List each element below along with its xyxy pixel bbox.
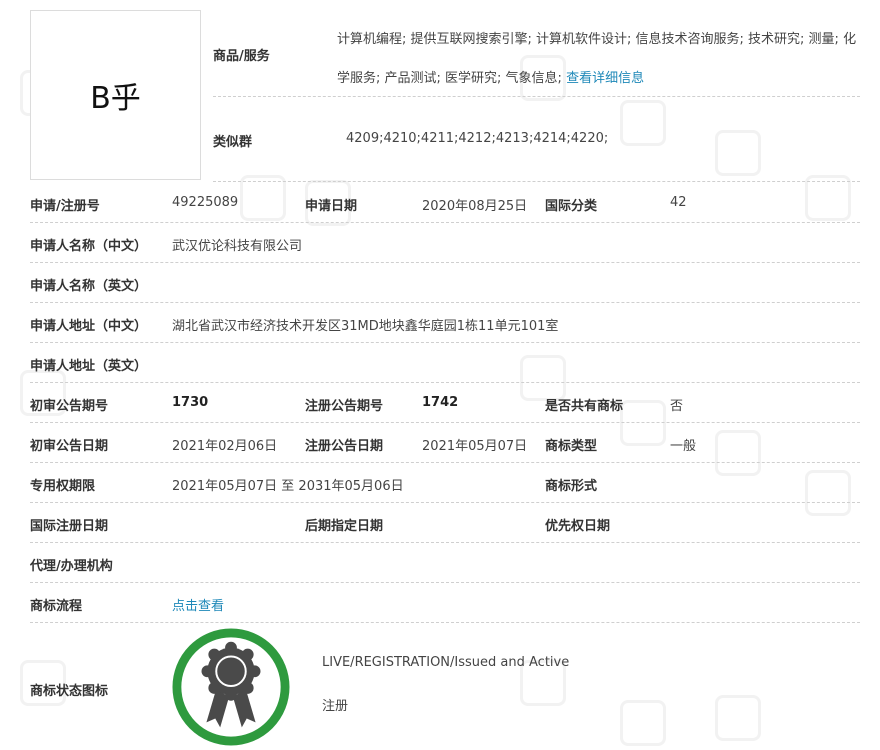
reg-pub-date-label: 注册公告日期: [305, 439, 384, 454]
row-divider: [213, 181, 860, 182]
applicant-cn-label: 申请人名称（中文）: [30, 239, 148, 254]
agent-label: 代理/办理机构: [30, 559, 113, 574]
row-divider: [30, 262, 860, 263]
watermark-mark: [620, 700, 666, 746]
applicant-cn-value: 武汉优论科技有限公司: [172, 239, 303, 254]
reg-no-value: 49225089: [172, 195, 239, 210]
intl-class-label: 国际分类: [545, 199, 598, 214]
row-divider: [30, 302, 860, 303]
trademark-logo-text: B乎: [90, 81, 141, 116]
tm-type-label: 商标类型: [545, 439, 598, 454]
status-english: LIVE/REGISTRATION/Issued and Active: [322, 655, 570, 670]
reg-no-label: 申请/注册号: [30, 199, 100, 214]
exclusive-label: 专用权期限: [30, 479, 96, 494]
registered-seal-icon: [172, 628, 290, 746]
status-chinese: 注册: [322, 699, 349, 714]
row-divider: [30, 582, 860, 583]
later-date-label: 后期指定日期: [305, 519, 384, 534]
flow-label: 商标流程: [30, 599, 83, 614]
watermark-mark: [715, 130, 761, 176]
watermark-mark: [805, 470, 851, 516]
address-cn-label: 申请人地址（中文）: [30, 319, 148, 334]
row-divider: [30, 502, 860, 503]
similar-group-label: 类似群: [213, 135, 253, 150]
row-divider: [213, 96, 860, 97]
prelim-date-label: 初审公告日期: [30, 439, 109, 454]
flow-view-link[interactable]: 点击查看: [172, 595, 224, 614]
row-divider: [30, 542, 860, 543]
status-icon-label: 商标状态图标: [30, 684, 109, 699]
prelim-no-label: 初审公告期号: [30, 399, 109, 414]
tm-type-value: 一般: [670, 439, 697, 454]
reg-pub-no-value: 1742: [422, 395, 459, 410]
row-divider: [30, 342, 860, 343]
row-divider: [30, 382, 860, 383]
reg-pub-date-value: 2021年05月07日: [422, 439, 528, 454]
shared-value: 否: [670, 399, 684, 414]
trademark-image: B乎: [30, 10, 201, 180]
address-en-label: 申请人地址（英文）: [30, 359, 148, 374]
applicant-en-label: 申请人名称（英文）: [30, 279, 148, 294]
apply-date-label: 申请日期: [305, 199, 358, 214]
tm-form-label: 商标形式: [545, 479, 598, 494]
reg-pub-no-label: 注册公告期号: [305, 399, 384, 414]
watermark-mark: [620, 400, 666, 446]
watermark-mark: [715, 695, 761, 741]
exclusive-value: 2021年05月07日 至 2031年05月06日: [172, 479, 404, 494]
watermark-mark: [715, 430, 761, 476]
prelim-no-value: 1730: [172, 395, 209, 410]
goods-services-value: 计算机编程; 提供互联网搜索引擎; 计算机软件设计; 信息技术咨询服务; 技术研…: [337, 20, 859, 98]
shared-label: 是否共有商标: [545, 399, 624, 414]
row-divider: [30, 222, 860, 223]
intl-class-value: 42: [670, 195, 687, 210]
row-divider: [30, 422, 860, 423]
watermark-mark: [620, 100, 666, 146]
row-divider: [30, 622, 860, 623]
row-divider: [30, 462, 860, 463]
view-details-link[interactable]: 查看详细信息: [566, 71, 644, 86]
similar-group-value: 4209;4210;4211;4212;4213;4214;4220;: [346, 131, 609, 146]
address-cn-value: 湖北省武汉市经济技术开发区31MD地块鑫华庭园1栋11单元101室: [172, 319, 559, 334]
prelim-date-value: 2021年02月06日: [172, 439, 278, 454]
apply-date-value: 2020年08月25日: [422, 199, 528, 214]
priority-label: 优先权日期: [545, 519, 611, 534]
goods-services-label: 商品/服务: [213, 49, 270, 64]
intl-reg-date-label: 国际注册日期: [30, 519, 109, 534]
